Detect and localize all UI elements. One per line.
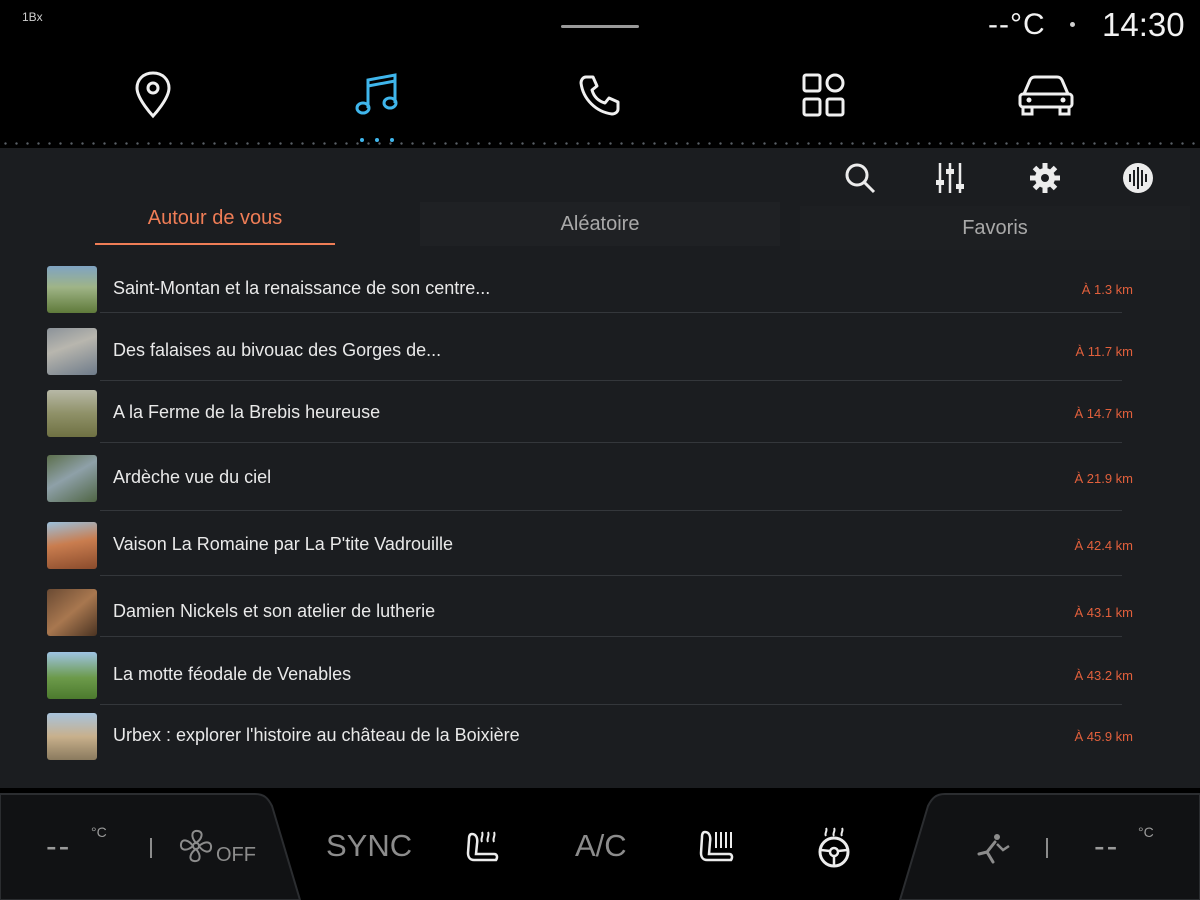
thumbnail — [47, 390, 97, 437]
active-indicator — [360, 138, 394, 142]
thumbnail — [47, 328, 97, 375]
nav-vehicle[interactable] — [1006, 65, 1086, 125]
fan-status: OFF — [216, 844, 256, 866]
right-temp-value: -- — [1094, 828, 1120, 864]
source-button[interactable] — [1118, 158, 1158, 198]
ac-button[interactable]: A/C — [575, 828, 627, 864]
search-icon — [845, 163, 876, 194]
item-distance: À 43.2 km — [1074, 668, 1133, 683]
gear-icon — [1030, 163, 1060, 193]
drag-handle[interactable] — [561, 25, 639, 28]
climate-bar: -- °C OFF SYNC A/C -- °C — [0, 788, 1200, 900]
content-area: Autour de vous Aléatoire Favoris Saint-M… — [0, 148, 1200, 788]
main-nav — [0, 55, 1200, 145]
divider — [100, 636, 1122, 637]
divider — [100, 442, 1122, 443]
item-distance: À 43.1 km — [1074, 605, 1133, 620]
fan-icon — [179, 829, 213, 863]
sync-button[interactable]: SYNC — [326, 828, 412, 864]
item-title: Des falaises au bivouac des Gorges de... — [113, 340, 442, 360]
item-distance: À 14.7 km — [1074, 406, 1133, 421]
air-flow-icon — [977, 834, 1010, 864]
active-tab-underline — [95, 243, 335, 245]
divider — [100, 380, 1122, 381]
item-distance: À 1.3 km — [1081, 282, 1133, 297]
phone-icon — [579, 75, 620, 116]
equalizer-button[interactable] — [930, 158, 970, 198]
item-title: Ardèche vue du ciel — [113, 467, 272, 487]
apps-grid-icon — [802, 73, 845, 117]
fan-button[interactable]: OFF — [178, 828, 268, 868]
location-pin-icon — [135, 71, 171, 119]
seat-ventilation-icon — [699, 830, 734, 862]
list-item[interactable]: A la Ferme de la Brebis heureuse À 14.7 … — [0, 382, 1200, 446]
divider — [100, 510, 1122, 511]
item-title: Saint-Montan et la renaissance de son ce… — [113, 278, 491, 298]
item-title: La motte féodale de Venables — [113, 664, 352, 684]
list-item[interactable]: Ardèche vue du ciel À 21.9 km — [0, 447, 1200, 511]
clock: 14:30 — [1102, 6, 1185, 43]
air-direction-button[interactable] — [973, 832, 1011, 871]
list-item[interactable]: La motte féodale de Venables À 43.2 km — [0, 644, 1200, 708]
item-distance: À 45.9 km — [1074, 729, 1133, 744]
status-dot — [1070, 22, 1075, 27]
list-item[interactable]: Vaison La Romaine par La P'tite Vadrouil… — [0, 514, 1200, 578]
list-item[interactable]: Urbex : explorer l'histoire au château d… — [0, 705, 1200, 769]
left-separator — [150, 838, 152, 858]
seat-vent-button[interactable] — [695, 826, 739, 871]
item-distance: À 42.4 km — [1074, 538, 1133, 553]
outside-temperature: --°C — [988, 8, 1046, 41]
right-separator — [1046, 838, 1048, 858]
status-bar: 1Bx --°C 14:30 — [0, 0, 1200, 55]
seat-heat-button[interactable] — [462, 828, 504, 871]
thumbnail — [47, 455, 97, 502]
tab-around-you[interactable]: Autour de vous — [95, 196, 335, 240]
item-distance: À 11.7 km — [1075, 344, 1133, 359]
nav-media[interactable] — [338, 65, 418, 125]
nav-apps[interactable] — [784, 65, 864, 125]
left-temperature[interactable]: -- — [46, 828, 71, 865]
tab-favorites[interactable]: Favoris — [800, 206, 1190, 250]
steering-heat-button[interactable] — [814, 826, 854, 873]
thumbnail — [47, 652, 97, 699]
nav-phone[interactable] — [560, 65, 640, 125]
settings-button[interactable] — [1025, 158, 1065, 198]
search-button[interactable] — [840, 158, 880, 198]
item-title: Damien Nickels et son atelier de lutheri… — [113, 601, 436, 621]
divider — [100, 575, 1122, 576]
item-distance: À 21.9 km — [1074, 471, 1133, 486]
nav-navigation[interactable] — [113, 65, 193, 125]
right-temp-unit: °C — [1138, 824, 1154, 840]
thumbnail — [47, 589, 97, 636]
seat-heat-icon — [466, 831, 499, 862]
thumbnail — [47, 522, 97, 569]
divider — [100, 312, 1122, 313]
car-icon — [1018, 75, 1074, 116]
steering-wheel-heat-icon — [818, 827, 850, 868]
nav-divider — [0, 142, 1200, 145]
equalizer-icon — [936, 163, 964, 193]
left-temp-value: -- — [46, 828, 72, 864]
left-temp-unit: °C — [91, 824, 107, 840]
corner-status-icon: 1Bx — [22, 10, 43, 24]
source-icon — [1123, 163, 1153, 193]
item-title: Urbex : explorer l'histoire au château d… — [113, 725, 520, 745]
item-title: Vaison La Romaine par La P'tite Vadrouil… — [113, 534, 453, 554]
thumbnail — [47, 713, 97, 760]
tab-random[interactable]: Aléatoire — [420, 202, 780, 246]
thumbnail — [47, 266, 97, 313]
right-temperature[interactable]: -- — [1094, 828, 1119, 865]
item-title: A la Ferme de la Brebis heureuse — [113, 402, 381, 422]
music-note-icon — [355, 73, 398, 115]
list-item[interactable]: Des falaises au bivouac des Gorges de...… — [0, 320, 1200, 384]
